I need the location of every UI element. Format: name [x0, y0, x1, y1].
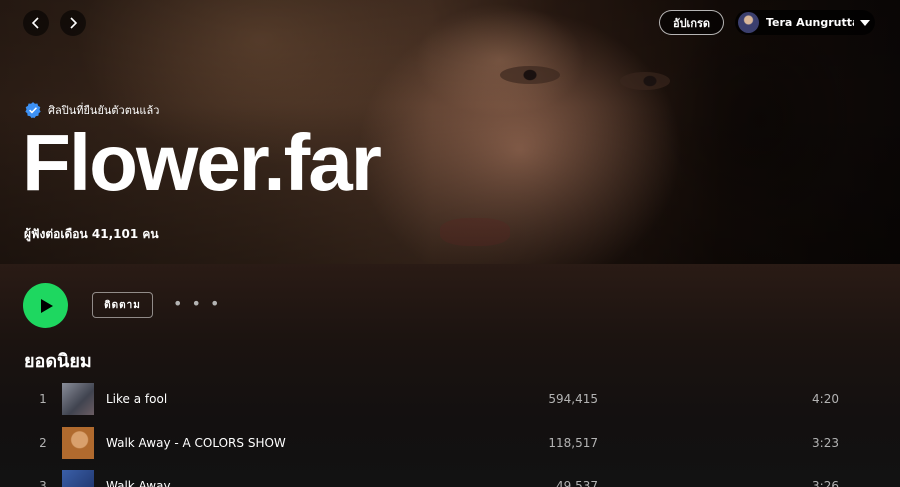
verified-text: ศิลปินที่ยืนยันตัวตนแล้ว: [48, 104, 160, 117]
verified-artist-label: ศิลปินที่ยืนยันตัวตนแล้ว: [24, 101, 159, 119]
chevron-left-icon: [31, 17, 39, 29]
play-icon: [40, 298, 53, 313]
more-options-icon[interactable]: • • •: [173, 296, 221, 312]
track-number: 3: [39, 479, 47, 487]
track-play-count: 118,517: [548, 436, 598, 450]
track-number: 2: [39, 436, 47, 450]
user-name: Tera Aungrutta...: [766, 16, 854, 29]
track-row[interactable]: 2 Walk Away - A COLORS SHOW 118,517 3:23: [24, 423, 876, 463]
verified-badge-icon: [25, 102, 41, 119]
track-cover-image: [62, 470, 94, 487]
user-menu-button[interactable]: Tera Aungrutta...: [735, 10, 875, 35]
chevron-right-icon: [70, 17, 78, 29]
follow-button[interactable]: ติดตาม: [92, 292, 153, 318]
popular-section-title: ยอดนิยม: [24, 351, 92, 372]
track-cover-image: [62, 427, 94, 459]
track-duration: 4:20: [812, 392, 839, 406]
track-play-count: 594,415: [548, 392, 598, 406]
track-title[interactable]: Walk Away: [106, 479, 506, 487]
track-title[interactable]: Like a fool: [106, 392, 506, 406]
forward-button[interactable]: [60, 10, 86, 36]
track-title[interactable]: Walk Away - A COLORS SHOW: [106, 436, 506, 450]
play-button[interactable]: [23, 283, 68, 328]
track-play-count: 49,537: [556, 479, 598, 487]
track-cover-image: [62, 383, 94, 415]
avatar: [738, 12, 759, 33]
track-number: 1: [39, 392, 47, 406]
track-duration: 3:23: [812, 436, 839, 450]
upgrade-button[interactable]: อัปเกรด: [659, 10, 724, 35]
monthly-listeners: ผู้ฟังต่อเดือน 41,101 คน: [24, 227, 159, 241]
track-duration: 3:26: [812, 479, 839, 487]
caret-down-icon: [860, 19, 870, 26]
artist-name: Flower.far: [22, 118, 382, 207]
track-row[interactable]: 3 Walk Away 49,537 3:26: [24, 466, 876, 487]
back-button[interactable]: [23, 10, 49, 36]
track-row[interactable]: 1 Like a fool 594,415 4:20: [24, 379, 876, 419]
